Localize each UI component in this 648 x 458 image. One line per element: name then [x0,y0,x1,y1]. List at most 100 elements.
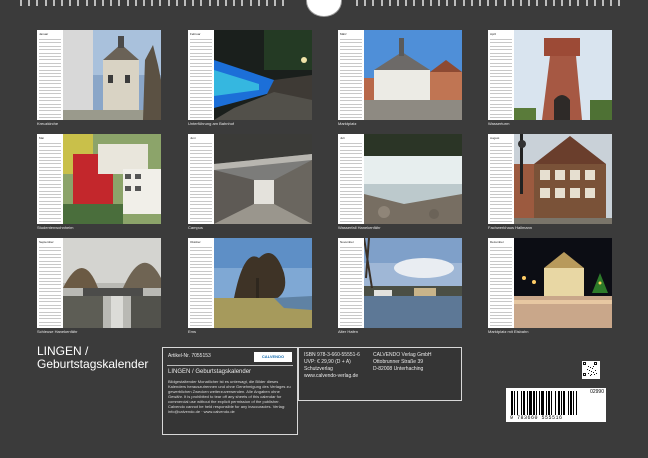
ruled-line [490,270,512,272]
ruled-line [340,149,362,151]
binding-loop [577,0,580,6]
month-thumb-june[interactable]: Juni Campus [188,134,312,230]
ruled-line [340,311,362,313]
ruled-line [490,183,512,185]
ruled-line [490,69,512,71]
month-thumb-july[interactable]: Juli Wasserfall Hanekenfähr [338,134,462,230]
ruled-line [490,56,512,57]
month-thumb-september[interactable]: September Schleuse Hanekenfähr [37,238,161,334]
qr-module [593,366,595,368]
ruled-line [340,281,362,282]
ruled-line [39,66,61,68]
ruled-line [490,214,512,216]
ruled-line [190,301,212,303]
ruled-line [39,197,61,199]
binding-loop [274,0,277,6]
ruled-line [39,274,61,276]
ruled-line [39,100,61,102]
ruled-line [190,39,212,40]
ruled-line [490,45,512,47]
ruled-line [490,274,512,276]
ruled-line [340,270,362,272]
ruled-line [190,211,212,212]
ruled-line [340,325,362,327]
ruled-line [39,294,61,296]
ruled-line [340,146,362,148]
ruled-line [490,143,512,144]
ruled-line [340,214,362,216]
month-caption: Wasserfall Hanekenfähr [338,225,381,230]
spiral-binding-right [356,0,626,6]
ruled-line [490,264,512,265]
ruled-line [490,250,512,252]
ruled-line [340,194,362,195]
ruled-line [190,173,212,175]
binding-loop [610,0,613,6]
calendar-title: LINGEN / Geburtstagskalender [37,345,157,371]
ruled-line [340,211,362,212]
ruled-line [39,96,61,98]
month-thumb-october[interactable]: Oktober Ems [188,238,312,334]
binding-loop [175,0,178,6]
month-name: Juli [340,136,345,140]
ruled-line [490,194,512,195]
month-thumb-may[interactable]: Mai Studentenwohnheim [37,134,161,230]
binding-loop [167,0,170,6]
binding-loop [528,0,531,6]
month-thumb-august[interactable]: August Fachwerkhaus Hallmann [488,134,612,230]
ruled-line [190,298,212,299]
isbn: ISBN 978-3-660-55551-6 [304,352,360,358]
month-thumb-april[interactable]: April Wasserturm [488,30,612,126]
ruled-line [190,42,212,44]
ruled-line [190,321,212,323]
ruled-line [190,247,212,248]
ruled-line [340,83,362,85]
ruled-line [490,298,512,299]
month-thumb-january[interactable]: Januar Kreuzkirche [37,30,161,126]
qr-module [596,373,598,375]
month-name: März [340,32,347,36]
ruled-line [190,221,212,223]
ruled-line [340,315,362,316]
ruled-line [190,153,212,155]
publisher-col-left: ISBN 978-3-660-55551-6 UVP: € 29,90 (D +… [304,352,360,380]
binding-loop [134,0,137,6]
binding-loop [36,0,39,6]
ruled-line [340,217,362,219]
ruled-line [39,298,61,299]
binding-loop [462,0,465,6]
ruled-line [190,177,212,178]
ruled-line [340,177,362,178]
binding-loop [282,0,285,6]
binding-loop [102,0,104,6]
ruled-line [39,110,61,112]
ruled-line [39,311,61,313]
ruled-line [490,221,512,223]
qr-module [592,368,594,370]
calendar-strip: Januar [37,30,63,120]
publisher-url[interactable]: www.calvendo-verlag.de [304,373,360,380]
calendar-strip: Februar [188,30,214,120]
ruled-line [340,90,362,91]
product-description: Bildgestaltender Monatlicher ist es unte… [168,379,291,414]
month-thumb-march[interactable]: März Marktplatz [338,30,462,126]
ruled-line [39,39,61,40]
ruled-line [340,96,362,98]
month-thumb-february[interactable]: Februar Unterführung am Bahnhof [188,30,312,126]
price: UVP: € 29,90 (D + A) [304,359,351,365]
ruled-line [39,260,61,262]
ruled-line [190,291,212,293]
ruled-line [190,56,212,57]
ruled-line [39,281,61,282]
month-thumb-december[interactable]: Dezember Marktplatz mit Eisbahn [488,238,612,334]
ruled-line [490,247,512,248]
ruled-line [490,103,512,105]
ruled-line [39,42,61,44]
month-thumb-november[interactable]: November Alter Hafen [338,238,462,334]
ruled-line [39,267,61,269]
binding-loop [602,0,604,6]
ruled-line [490,96,512,98]
ruled-line [340,183,362,185]
ruled-line [190,160,212,161]
binding-loop [110,0,113,6]
